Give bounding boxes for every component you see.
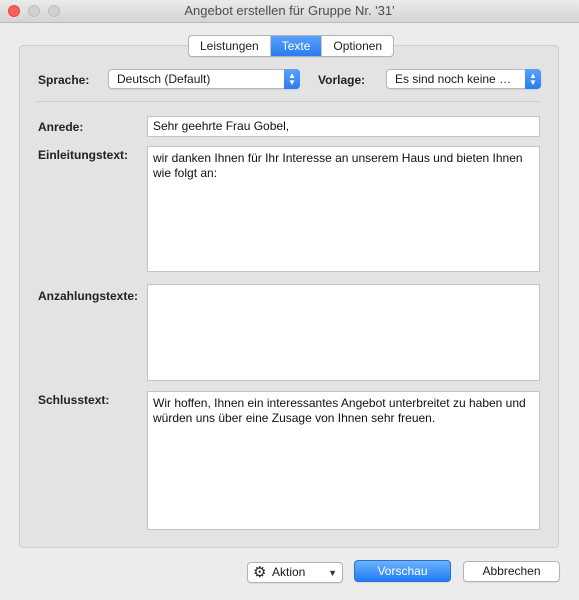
chevron-down-icon: ▼ bbox=[328, 568, 337, 578]
salutation-label: Anrede: bbox=[38, 120, 84, 134]
tab-optionen[interactable]: Optionen bbox=[322, 36, 393, 56]
chevron-updown-icon: ▲ ▼ bbox=[284, 69, 300, 89]
intro-label: Einleitungstext: bbox=[38, 148, 129, 162]
action-menu-button[interactable]: ⚙ Aktion ▼ bbox=[247, 562, 343, 583]
closing-value: Wir hoffen, Ihnen ein interessantes Ange… bbox=[153, 396, 530, 425]
tab-texte[interactable]: Texte bbox=[270, 36, 323, 56]
window-title: Angebot erstellen für Gruppe Nr. '31' bbox=[184, 3, 395, 18]
template-value: Es sind noch keine Vorlagen vorhanden bbox=[395, 72, 518, 86]
deposit-label: Anzahlungstexte: bbox=[38, 289, 139, 303]
closing-textarea[interactable]: Wir hoffen, Ihnen ein interessantes Ange… bbox=[147, 391, 540, 530]
tab-bar: Leistungen Texte Optionen bbox=[188, 35, 395, 57]
action-label: Aktion bbox=[272, 565, 306, 579]
intro-value: wir danken Ihnen für Ihr Interesse an un… bbox=[153, 151, 526, 180]
deposit-textarea[interactable] bbox=[147, 284, 540, 381]
closing-label: Schlusstext: bbox=[38, 393, 110, 407]
chevron-updown-icon: ▲ ▼ bbox=[525, 69, 541, 89]
preview-button[interactable]: Vorschau bbox=[354, 560, 451, 582]
gear-icon: ⚙ bbox=[253, 564, 267, 581]
dialog-window: Angebot erstellen für Gruppe Nr. '31' Le… bbox=[0, 0, 579, 600]
deposit-value bbox=[148, 285, 539, 293]
title-bar: Angebot erstellen für Gruppe Nr. '31' bbox=[0, 0, 579, 23]
divider bbox=[36, 101, 540, 102]
language-value: Deutsch (Default) bbox=[117, 72, 211, 86]
intro-textarea[interactable]: wir danken Ihnen für Ihr Interesse an un… bbox=[147, 146, 540, 272]
language-label: Sprache: bbox=[38, 73, 90, 87]
tab-leistungen[interactable]: Leistungen bbox=[189, 36, 271, 56]
template-label: Vorlage: bbox=[318, 73, 366, 87]
salutation-field[interactable]: Sehr geehrte Frau Gobel, bbox=[147, 116, 540, 137]
language-popup[interactable]: Deutsch (Default) ▲ ▼ bbox=[108, 69, 300, 89]
cancel-button[interactable]: Abbrechen bbox=[463, 561, 560, 582]
salutation-value: Sehr geehrte Frau Gobel, bbox=[153, 119, 290, 133]
template-popup[interactable]: Es sind noch keine Vorlagen vorhanden ▲▼ bbox=[386, 69, 541, 89]
